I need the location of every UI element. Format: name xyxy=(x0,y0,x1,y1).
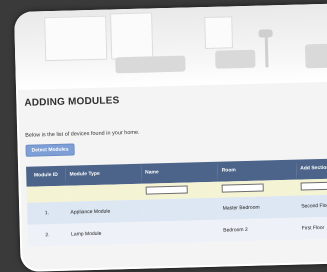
header-module-id[interactable]: Module ID xyxy=(26,165,66,187)
hero-banner xyxy=(14,3,327,90)
name-filter-input[interactable] xyxy=(145,185,188,195)
modules-table: Module ID Module Type Name Room Add Sect… xyxy=(26,158,327,247)
module-id-cell: 1. xyxy=(26,201,67,225)
module-type-cell: Appliance Module xyxy=(66,199,143,224)
living-room-image xyxy=(14,3,327,90)
section-filter-input[interactable] xyxy=(300,181,327,191)
page-title: ADDING MODULES xyxy=(24,95,120,109)
name-cell xyxy=(141,197,219,222)
main-content: ADDING MODULES Below is the list of devi… xyxy=(24,89,327,247)
header-module-type[interactable]: Module Type xyxy=(65,163,142,186)
device-screen: ADDING MODULES Below is the list of devi… xyxy=(14,3,327,272)
room-cell: Master Bedroom xyxy=(218,195,298,220)
section-cell: First Floor xyxy=(297,216,327,240)
module-type-cell: Lamp Module xyxy=(66,221,143,246)
room-cell: Bedroom 2 xyxy=(218,217,299,242)
header-room[interactable]: Room xyxy=(217,159,297,182)
module-id-cell: 2. xyxy=(27,223,68,247)
section-cell: Second Floor xyxy=(296,194,327,218)
intro-text: Below is the list of devices found in yo… xyxy=(25,129,140,139)
name-cell xyxy=(142,219,220,244)
header-name[interactable]: Name xyxy=(140,161,218,184)
detect-modules-button[interactable]: Detect Modules xyxy=(25,143,75,157)
header-add-section[interactable]: Add Section xyxy=(295,158,327,180)
room-filter-input[interactable] xyxy=(222,183,265,193)
